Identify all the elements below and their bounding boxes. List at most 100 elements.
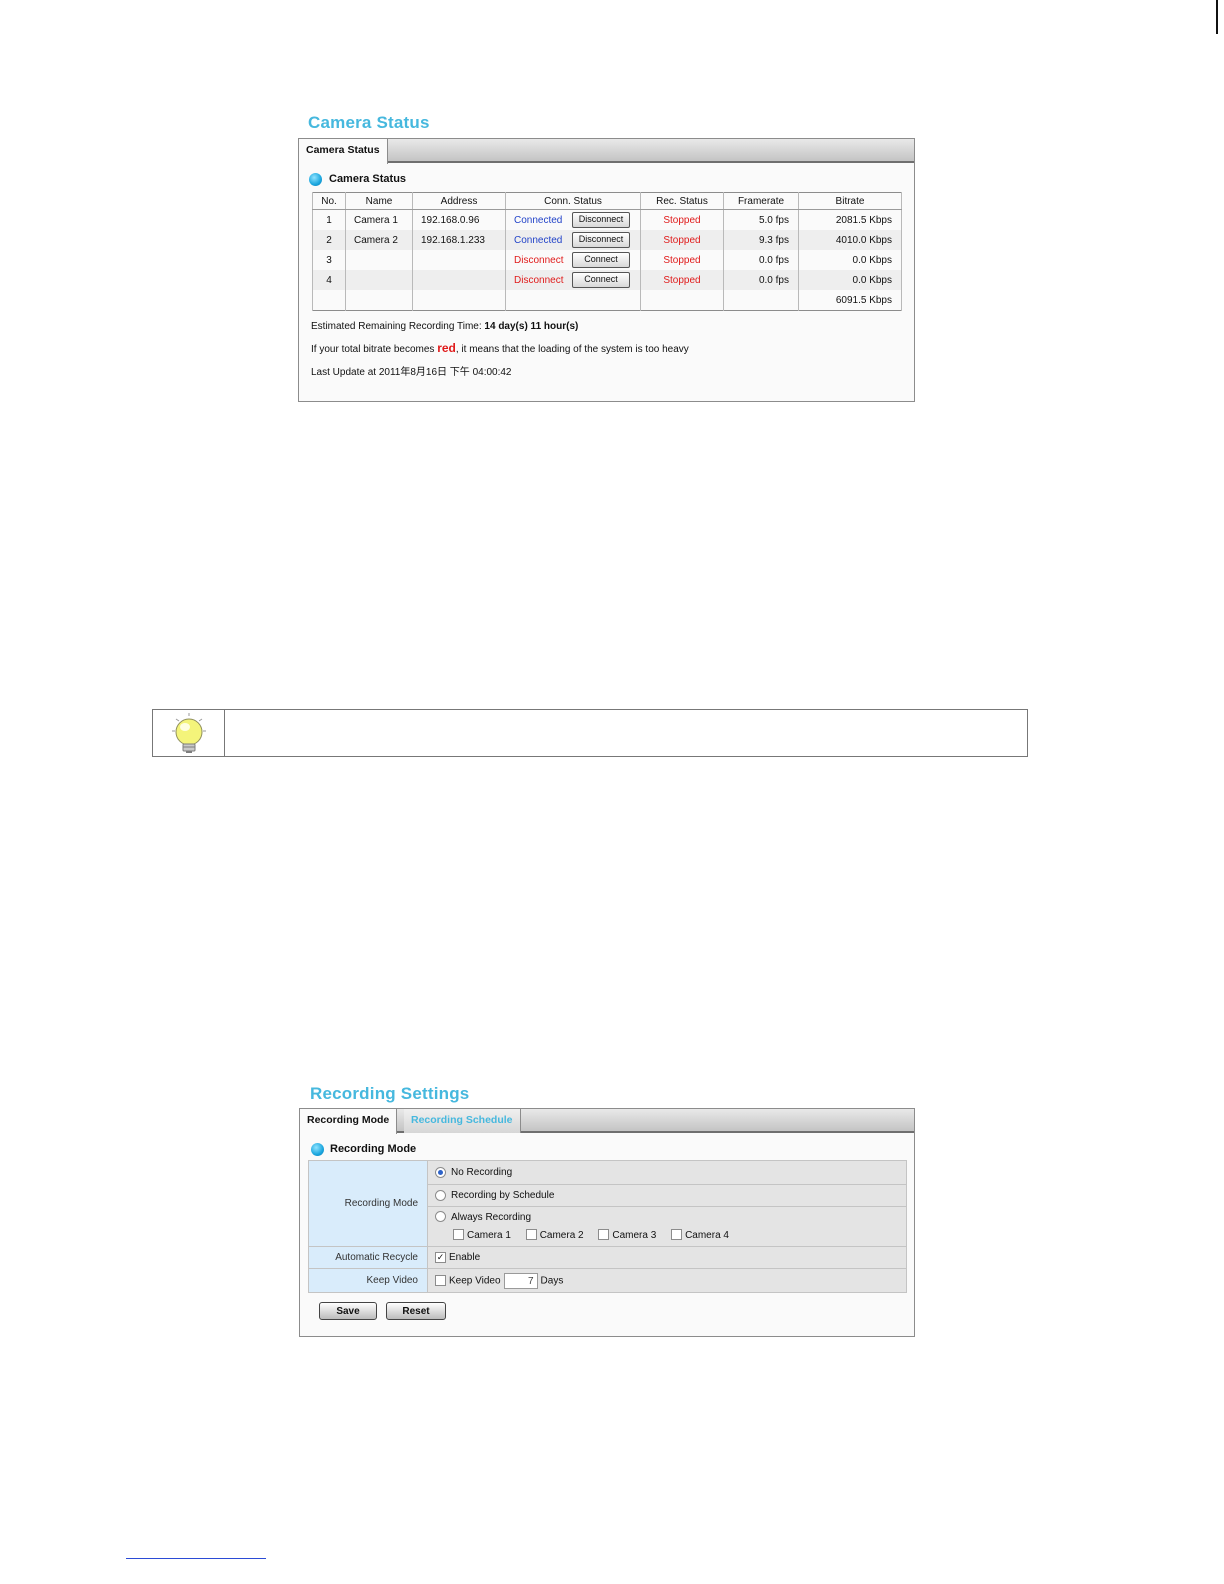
option-no-recording[interactable]: No Recording <box>427 1160 907 1185</box>
last-update: Last Update at 2011年8月16日 下午 04:00:42 <box>311 367 512 378</box>
camera-2-label: Camera 2 <box>539 1229 584 1241</box>
cell-conn: Connected Disconnect <box>505 209 641 230</box>
cell-conn: Connected Disconnect <box>505 230 641 250</box>
save-button[interactable]: Save <box>319 1302 377 1320</box>
conn-status-text: Connected <box>514 234 563 246</box>
option-label: No Recording <box>451 1167 513 1179</box>
col-conn-header: Conn. Status <box>505 192 641 210</box>
camera-status-tabbar: Camera Status <box>299 139 914 164</box>
radio-recording-by-schedule[interactable] <box>435 1189 446 1201</box>
recording-settings-panel: Recording Mode Recording Schedule Record… <box>299 1108 915 1337</box>
col-bitrate-header: Bitrate <box>798 192 902 210</box>
cell-rec-status: Stopped <box>640 250 724 270</box>
camera-4-label: Camera 4 <box>685 1229 729 1241</box>
cell-bitrate: 4010.0 Kbps <box>798 230 902 250</box>
col-framerate-header: Framerate <box>723 192 799 210</box>
cell-bitrate: 2081.5 Kbps <box>798 209 902 230</box>
cell-rec-status: Stopped <box>640 270 724 290</box>
col-rec-header: Rec. Status <box>640 192 724 210</box>
cell-empty <box>345 290 413 311</box>
table-row: 4 Disconnect Connect Stopped 0.0 fps 0.0 … <box>312 270 902 290</box>
tip-box <box>152 709 1028 757</box>
camera-status-heading: Camera Status <box>329 173 407 185</box>
connect-button[interactable]: Connect <box>572 252 630 268</box>
remaining-time-value: 14 day(s) 11 hour(s) <box>484 321 579 332</box>
cell-address <box>412 270 506 290</box>
disconnect-button[interactable]: Disconnect <box>572 212 630 228</box>
cell-name <box>345 270 413 290</box>
cell-name: Camera 2 <box>345 230 413 250</box>
disconnect-button[interactable]: Disconnect <box>572 232 630 248</box>
cell-empty <box>412 290 506 311</box>
remaining-time-label: Estimated Remaining Recording Time: <box>311 321 482 332</box>
table-row: 2 Camera 2 192.168.1.233 Connected Discon… <box>312 230 902 250</box>
recording-mode-heading: Recording Mode <box>330 1143 417 1155</box>
bitrate-warning: If your total bitrate becomes red, it me… <box>311 341 689 355</box>
automatic-recycle-label: Automatic Recycle <box>308 1246 428 1269</box>
cell-name: Camera 1 <box>345 209 413 230</box>
radio-no-recording[interactable] <box>435 1166 446 1178</box>
conn-status-text: Connected <box>514 214 563 226</box>
recording-settings-tabbar: Recording Mode Recording Schedule <box>300 1109 914 1134</box>
conn-status-text: Disconnect <box>514 254 564 266</box>
table-row: 1 Camera 1 192.168.0.96 Connected Disconn… <box>312 209 902 230</box>
settings-row: Recording Mode No Recording <box>308 1160 907 1247</box>
settings-row: Keep Video Keep Video 7 Days <box>308 1268 907 1293</box>
tab-camera-status[interactable]: Camera Status <box>299 139 388 164</box>
table-total-row: 6091.5 Kbps <box>312 290 902 311</box>
connect-button[interactable]: Connect <box>572 272 630 288</box>
camera-3-label: Camera 3 <box>612 1229 657 1241</box>
cell-framerate: 0.0 fps <box>723 250 799 270</box>
keep-video-option-label: Keep Video <box>449 1275 501 1287</box>
cell-bitrate: 0.0 Kbps <box>798 250 902 270</box>
remaining-time-line: Estimated Remaining Recording Time: 14 d… <box>311 321 578 332</box>
tab-recording-mode[interactable]: Recording Mode <box>300 1109 398 1134</box>
cell-rec-status: Stopped <box>640 209 724 230</box>
cell-no: 2 <box>312 230 346 250</box>
keep-video-checkbox[interactable] <box>435 1275 446 1286</box>
radio-always-recording[interactable] <box>435 1211 446 1223</box>
camera-status-title: Camera Status <box>308 113 430 132</box>
option-always-recording[interactable]: Always Recording Camera 1 Camera 2 Camer… <box>427 1206 907 1247</box>
footnote-rule <box>126 1558 266 1559</box>
camera-1-label: Camera 1 <box>467 1229 511 1241</box>
total-bitrate: 6091.5 Kbps <box>798 290 902 311</box>
option-label: Always Recording <box>451 1211 532 1223</box>
recycle-option: ✓ Enable <box>427 1246 907 1269</box>
recording-settings-title: Recording Settings <box>310 1084 470 1103</box>
keep-video-label: Keep Video <box>308 1268 428 1293</box>
camera-1-checkbox[interactable] <box>453 1229 464 1241</box>
keep-days-input[interactable]: 7 <box>503 1272 538 1289</box>
reset-button[interactable]: Reset <box>386 1302 446 1320</box>
cell-name <box>345 250 413 270</box>
cell-address: 192.168.0.96 <box>412 209 506 230</box>
col-name-header: Name <box>345 192 413 210</box>
cell-framerate: 5.0 fps <box>723 209 799 230</box>
conn-status-text: Disconnect <box>514 274 564 286</box>
cell-no: 4 <box>312 270 346 290</box>
tab-recording-schedule[interactable]: Recording Schedule <box>404 1109 521 1133</box>
recycle-enable-checkbox[interactable]: ✓ <box>435 1251 446 1263</box>
cell-empty <box>505 290 641 311</box>
page-edge-rule <box>1216 0 1218 34</box>
warning-red-word: red <box>437 341 456 355</box>
camera-4-checkbox[interactable] <box>671 1229 683 1241</box>
warning-text-before: If your total bitrate becomes <box>311 344 435 355</box>
cell-address <box>412 250 506 270</box>
cell-rec-status: Stopped <box>640 230 724 250</box>
cell-no: 3 <box>312 250 346 270</box>
recycle-enable-label: Enable <box>449 1252 481 1264</box>
camera-2-checkbox[interactable] <box>525 1229 537 1241</box>
cell-framerate: 0.0 fps <box>723 270 799 290</box>
cell-framerate: 9.3 fps <box>723 230 799 250</box>
cell-empty <box>640 290 724 311</box>
option-recording-by-schedule[interactable]: Recording by Schedule <box>427 1184 907 1207</box>
camera-table: No. Name Address Conn. Status Rec. Statu… <box>312 192 902 311</box>
cell-empty <box>723 290 799 311</box>
bullet-icon <box>311 1143 324 1156</box>
keep-days-unit: Days <box>540 1275 564 1287</box>
recording-mode-label: Recording Mode <box>308 1160 428 1247</box>
camera-checkbox-group: Camera 1 Camera 2 Camera 3 Camera 4 <box>435 1227 906 1245</box>
camera-3-checkbox[interactable] <box>598 1229 610 1241</box>
table-row: 3 Disconnect Connect Stopped 0.0 fps 0.0 … <box>312 250 902 270</box>
